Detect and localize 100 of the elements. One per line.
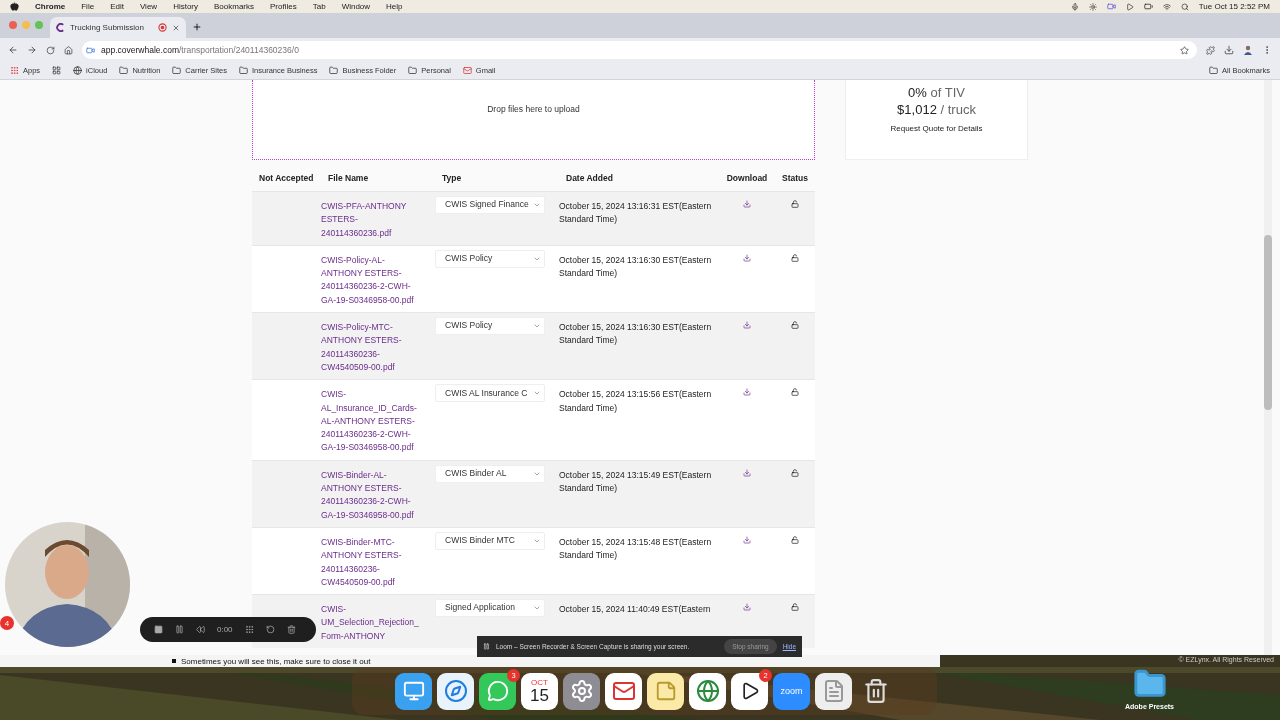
restart-icon[interactable] (265, 625, 275, 634)
delete-icon[interactable] (286, 625, 296, 634)
battery-icon[interactable] (1143, 2, 1153, 11)
menu-item[interactable]: Window (341, 2, 371, 11)
note-icon (654, 680, 677, 702)
forward-icon[interactable] (27, 45, 37, 55)
logo-icon (56, 23, 65, 32)
menu-item[interactable]: File (81, 2, 95, 11)
file-link[interactable]: CWIS-Policy-AL- ANTHONY ESTERS- 240114360236-2-CWH- GA-19-S0346958-00.pdf (321, 253, 435, 308)
request-quote-link[interactable]: Request Quote for Details (890, 124, 983, 133)
column-header: Not Accepted (258, 172, 315, 185)
menu-item[interactable]: Help (386, 2, 403, 11)
price-text: $1,012 / truck (897, 101, 976, 118)
menu-item[interactable]: Bookmarks (214, 2, 255, 11)
play-icon[interactable] (1125, 2, 1134, 11)
stop-icon[interactable] (154, 625, 163, 634)
screen-share-icon[interactable] (1106, 2, 1116, 11)
pause-icon[interactable] (175, 625, 184, 634)
grid-icon[interactable] (52, 66, 62, 75)
unlock-icon[interactable] (791, 603, 799, 612)
column-header: Type (441, 172, 463, 185)
new-tab-icon[interactable] (192, 22, 202, 32)
chevron-icon (533, 201, 541, 209)
download-icon[interactable] (743, 200, 751, 208)
bullet (172, 659, 176, 663)
document-note: Sometimes you will see this, make sure to close it out (181, 656, 371, 666)
type-select[interactable]: CWIS Policy (435, 317, 545, 336)
type-select[interactable]: CWIS Binder AL (435, 464, 545, 483)
unlock-icon[interactable] (791, 468, 799, 477)
download-icon[interactable] (743, 388, 751, 397)
clock[interactable]: Tue Oct 15 2:52 PM (1198, 2, 1270, 11)
apple-icon[interactable] (10, 2, 19, 11)
download-icon[interactable] (743, 603, 751, 612)
rewind-icon[interactable] (196, 625, 205, 634)
date-added: October 15, 2024 13:16:31 EST(Eastern Standard Time) (559, 200, 713, 227)
folder-icon (1209, 66, 1219, 75)
column-header: Status (781, 172, 809, 185)
unlock-icon[interactable] (791, 200, 799, 208)
address-bar[interactable]: app.coverwhale.com/transportation/240114360236/0 (82, 41, 1197, 59)
download-icon[interactable] (743, 253, 751, 262)
pause-icon (483, 643, 490, 650)
wifi-icon[interactable] (1162, 2, 1171, 11)
scrollbar[interactable] (1264, 80, 1272, 655)
download-icon[interactable] (743, 468, 751, 477)
menu-item[interactable]: History (173, 2, 198, 11)
file-link[interactable]: CWIS-Binder-AL- ANTHONY ESTERS- 240114360236-2-CWH- GA-19-S0346958-00.pdf (321, 468, 435, 522)
close-icon[interactable] (172, 23, 180, 32)
type-select[interactable]: CWIS Binder MTC (435, 531, 545, 550)
upload-dropzone[interactable]: Drop files here to upload (252, 80, 815, 160)
type-select[interactable]: CWIS AL Insurance C (435, 384, 545, 403)
calendar-day: 15 (530, 686, 549, 704)
folder-icon (408, 66, 418, 75)
date-added: October 15, 2024 11:40:49 EST(Eastern (559, 603, 712, 617)
avatar-icon[interactable] (1243, 45, 1253, 55)
grid-icon[interactable] (244, 625, 254, 634)
dock-app[interactable] (395, 672, 432, 710)
dock-app[interactable] (647, 672, 684, 710)
back-icon[interactable] (8, 45, 18, 55)
unlock-icon[interactable] (791, 535, 799, 544)
file-link[interactable]: CWIS-PFA-ANTHONY ESTERS- 240114360236.pdf (321, 200, 435, 240)
download-icon[interactable] (1224, 45, 1234, 55)
apps-icon (10, 66, 19, 75)
menu-item[interactable]: Chrome (35, 2, 66, 11)
settings-icon (569, 679, 594, 703)
globe-icon (695, 679, 720, 703)
dock-app[interactable] (689, 672, 726, 710)
file-link[interactable]: CWIS-Binder-MTC- ANTHONY ESTERS- 240114360236- CW4540509-00.pdf (321, 535, 435, 590)
column-header: Date Added (565, 172, 614, 185)
dock-app[interactable] (605, 672, 642, 710)
column-header: Download (725, 172, 769, 185)
dock-app[interactable] (815, 672, 852, 710)
rate-text: 0% of TIV (908, 84, 965, 101)
browser-tab[interactable]: Trucking Submission (50, 17, 186, 38)
reload-icon[interactable] (46, 45, 55, 55)
file-link[interactable]: CWIS- UM_Selection_Rejection_ Form-ANTHONY (321, 603, 435, 643)
menu-item[interactable]: Edit (110, 2, 124, 11)
download-icon[interactable] (743, 535, 751, 544)
calendar-month: OCT (531, 678, 548, 687)
unlock-icon[interactable] (791, 388, 799, 397)
file-link[interactable]: CWIS-Policy-MTC- ANTHONY ESTERS- 240114360236- CW4540509-00.pdf (321, 321, 435, 375)
menu-item[interactable]: View (139, 2, 158, 11)
home-icon[interactable] (64, 45, 73, 55)
dock-app[interactable] (437, 672, 474, 710)
search-icon[interactable] (1180, 2, 1189, 11)
type-select[interactable]: CWIS Signed Finance (435, 196, 545, 214)
download-icon[interactable] (743, 321, 751, 330)
menu-item[interactable]: Tab (312, 2, 326, 11)
unlock-icon[interactable] (791, 253, 799, 262)
calendar-app[interactable]: OCT 15 (521, 672, 558, 710)
microphone-icon[interactable] (1070, 2, 1079, 11)
dock-app[interactable] (563, 672, 600, 710)
type-select[interactable]: CWIS Policy (435, 249, 545, 268)
camera-icon[interactable] (86, 45, 95, 55)
type-select[interactable]: Signed Application (435, 599, 545, 618)
extensions-icon[interactable] (1206, 45, 1215, 55)
unlock-icon[interactable] (791, 321, 799, 330)
recording-time: 0:00 (217, 625, 233, 634)
file-link[interactable]: CWIS- AL_Insurance_ID_Cards- AL-ANTHONY ESTERS- 240114360236-2-CWH- GA-19-S0346958-00.pdf (321, 388, 435, 455)
menu-item[interactable]: Profiles (270, 2, 297, 11)
bookmark-star-icon[interactable] (1180, 45, 1189, 55)
